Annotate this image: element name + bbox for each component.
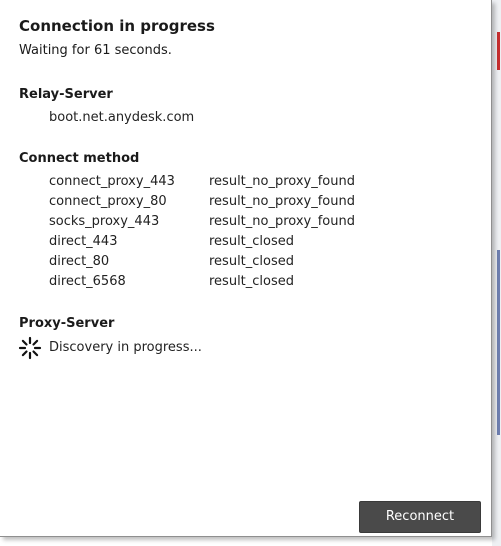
proxy-discovery-status: Discovery in progress... — [49, 340, 202, 355]
connection-dialog: Connection in progress Waiting for 61 se… — [0, 0, 492, 537]
method-name: connect_proxy_443 — [49, 174, 175, 189]
method-result: result_closed — [209, 254, 295, 269]
proxy-server-heading: Proxy-Server — [19, 316, 115, 331]
relay-server-address: boot.net.anydesk.com — [49, 110, 195, 125]
method-result: result_no_proxy_found — [209, 194, 355, 209]
method-name: direct_443 — [49, 234, 118, 249]
connect-method-row: connect_proxy_80 result_no_proxy_found — [49, 194, 469, 214]
background-accent-blue — [497, 250, 500, 435]
loading-spinner-icon — [18, 336, 42, 360]
waiting-status: Waiting for 61 seconds. — [19, 43, 172, 58]
method-name: direct_6568 — [49, 274, 126, 289]
connect-method-row: socks_proxy_443 result_no_proxy_found — [49, 214, 469, 234]
reconnect-button[interactable]: Reconnect — [359, 501, 481, 533]
method-name: connect_proxy_80 — [49, 194, 167, 209]
connect-method-row: connect_proxy_443 result_no_proxy_found — [49, 174, 469, 194]
method-name: socks_proxy_443 — [49, 214, 160, 229]
method-result: result_closed — [209, 234, 295, 249]
connect-method-row: direct_6568 result_closed — [49, 274, 469, 294]
dialog-title: Connection in progress — [19, 17, 215, 35]
connect-method-heading: Connect method — [19, 151, 140, 166]
method-result: result_no_proxy_found — [209, 174, 355, 189]
relay-server-heading: Relay-Server — [19, 87, 113, 102]
method-result: result_no_proxy_found — [209, 214, 355, 229]
method-result: result_closed — [209, 274, 295, 289]
background-accent-red — [497, 32, 500, 70]
method-name: direct_80 — [49, 254, 110, 269]
connect-method-row: direct_80 result_closed — [49, 254, 469, 274]
connect-method-row: direct_443 result_closed — [49, 234, 469, 254]
connect-method-list: connect_proxy_443 result_no_proxy_found … — [49, 174, 469, 294]
